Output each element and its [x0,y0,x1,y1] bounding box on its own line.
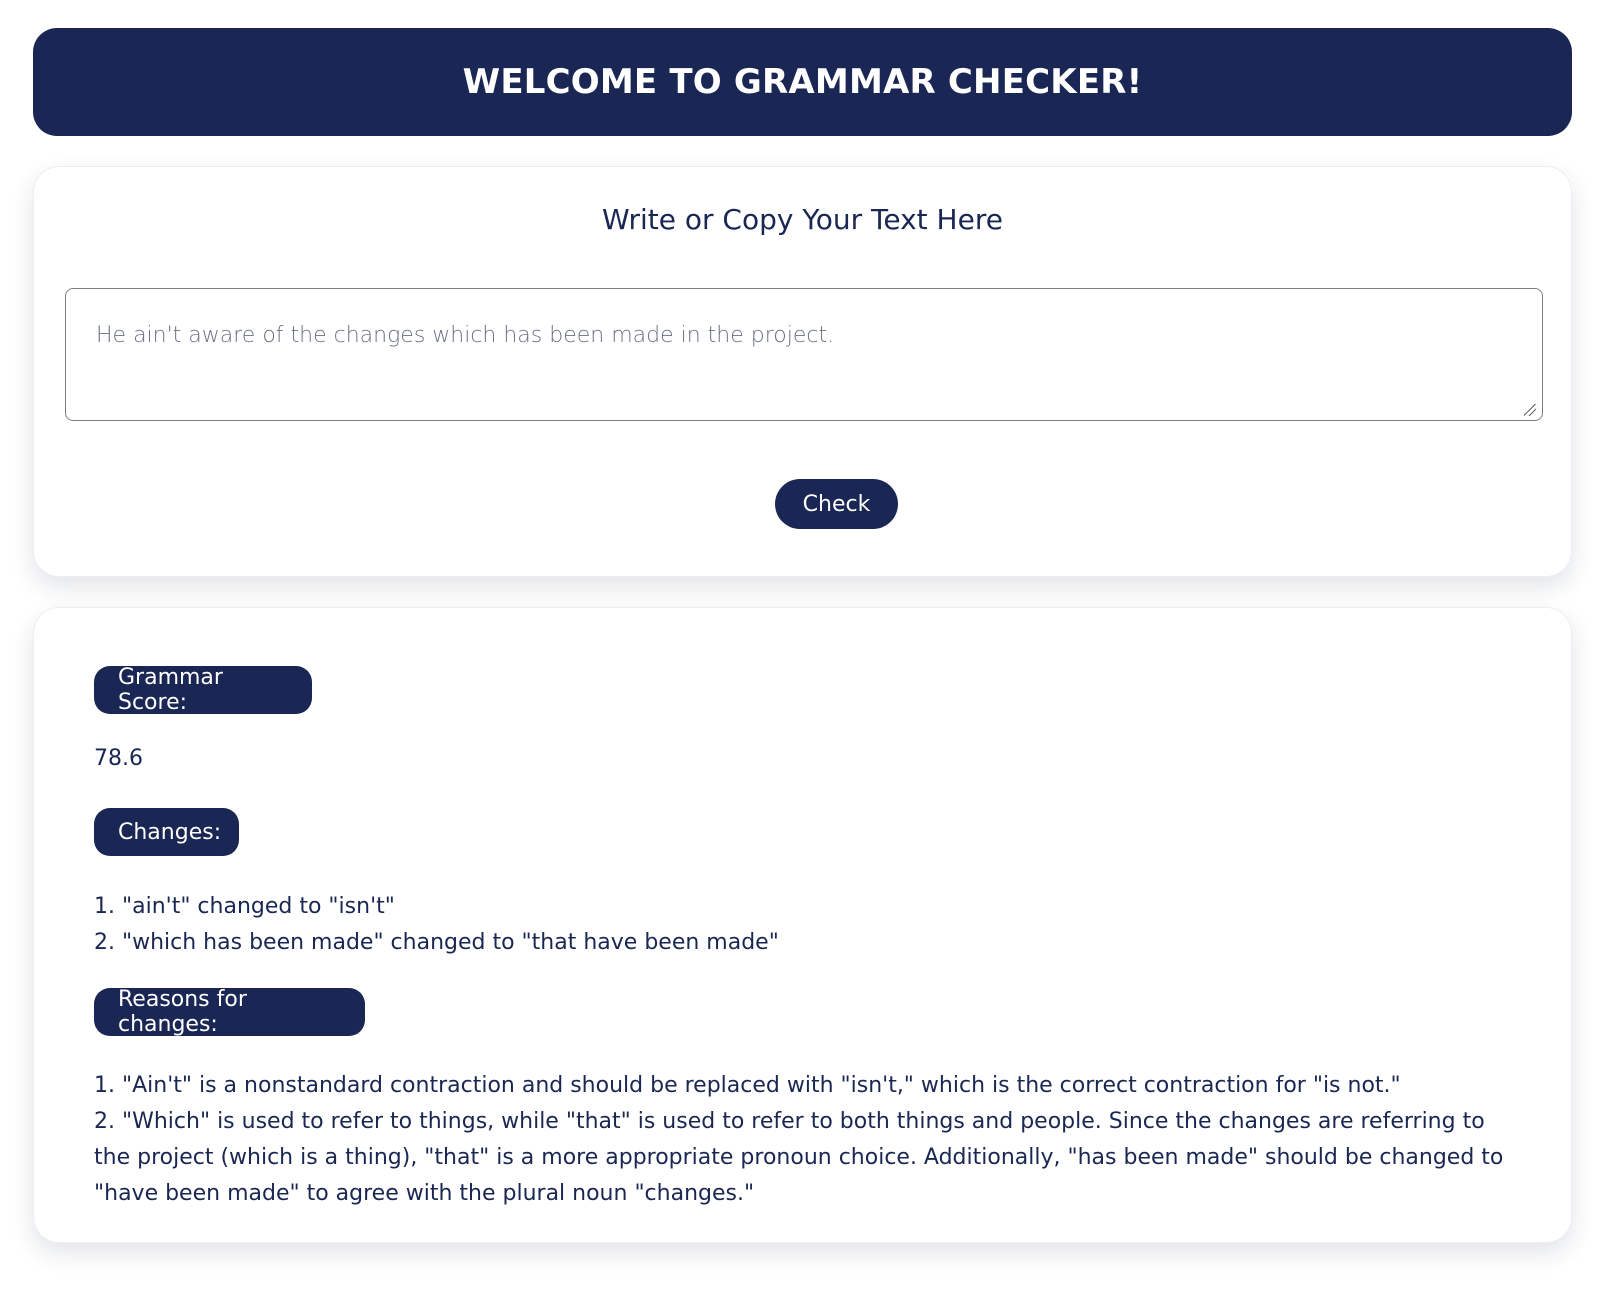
change-item: 1. "ain't" changed to "isn't" [94,894,395,919]
results-card: Grammar Score: 78.6 Changes: 1. "ain't" … [33,607,1572,1243]
text-input[interactable]: He ain't aware of the changes which has … [65,288,1543,421]
reasons-list: 1. "Ain't" is a nonstandard contraction … [94,1068,1514,1212]
reason-item: 2. "Which" is used to refer to things, w… [94,1109,1504,1206]
change-item: 2. "which has been made" changed to "tha… [94,930,779,955]
app-title: WELCOME TO GRAMMAR CHECKER! [462,62,1143,102]
changes-label: Changes: [94,808,239,856]
grammar-score-value: 78.6 [94,746,143,771]
grammar-score-label: Grammar Score: [94,665,312,715]
input-section-title: Write or Copy Your Text Here [602,203,1003,236]
resize-handle-icon[interactable] [1524,404,1536,416]
changes-list: 1. "ain't" changed to "isn't" 2. "which … [94,889,1494,961]
reasons-label: Reasons for changes: [94,987,365,1037]
check-button[interactable]: Check [775,479,898,529]
app-header: WELCOME TO GRAMMAR CHECKER! [33,28,1572,136]
reason-item: 1. "Ain't" is a nonstandard contraction … [94,1073,1401,1098]
input-card: Write or Copy Your Text Here He ain't aw… [33,166,1572,577]
